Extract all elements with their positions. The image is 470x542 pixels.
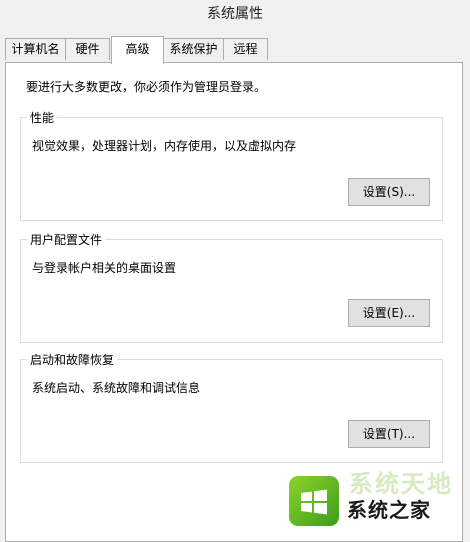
tab-computer-name[interactable]: 计算机名 (5, 38, 66, 60)
tab-strip: 计算机名 硬件 高级 系统保护 远程 (0, 36, 470, 64)
title-bar: 系统属性 (0, 0, 470, 31)
startup-recovery-group-title: 启动和故障恢复 (27, 351, 118, 368)
user-profiles-description: 与登录帐户相关的桌面设置 (32, 261, 177, 275)
admin-notice: 要进行大多数更改，你必须作为管理员登录。 (26, 80, 267, 94)
performance-group-title: 性能 (27, 109, 58, 126)
watermark: 系统天地 系统之家 (285, 470, 470, 530)
startup-recovery-description: 系统启动、系统故障和调试信息 (32, 381, 201, 395)
startup-recovery-group: 启动和故障恢复 系统启动、系统故障和调试信息 设置(T)... (20, 351, 443, 463)
user-profiles-group: 用户配置文件 与登录帐户相关的桌面设置 设置(E)... (20, 231, 443, 343)
startup-recovery-settings-button[interactable]: 设置(T)... (348, 420, 430, 448)
user-profiles-settings-button[interactable]: 设置(E)... (348, 299, 430, 327)
window-title: 系统属性 (207, 6, 263, 22)
tab-hardware[interactable]: 硬件 (65, 38, 110, 60)
windows-logo-icon (289, 476, 339, 526)
performance-settings-button[interactable]: 设置(S)... (348, 178, 430, 206)
tab-remote[interactable]: 远程 (223, 38, 268, 60)
performance-group: 性能 视觉效果，处理器计划，内存使用，以及虚拟内存 设置(S)... (20, 109, 443, 221)
tab-advanced[interactable]: 高级 (111, 36, 164, 64)
tab-system-protection[interactable]: 系统保护 (163, 38, 224, 60)
watermark-brand-text: 系统之家 (347, 498, 431, 522)
performance-description: 视觉效果，处理器计划，内存使用，以及虚拟内存 (32, 139, 297, 153)
user-profiles-group-title: 用户配置文件 (27, 231, 106, 248)
